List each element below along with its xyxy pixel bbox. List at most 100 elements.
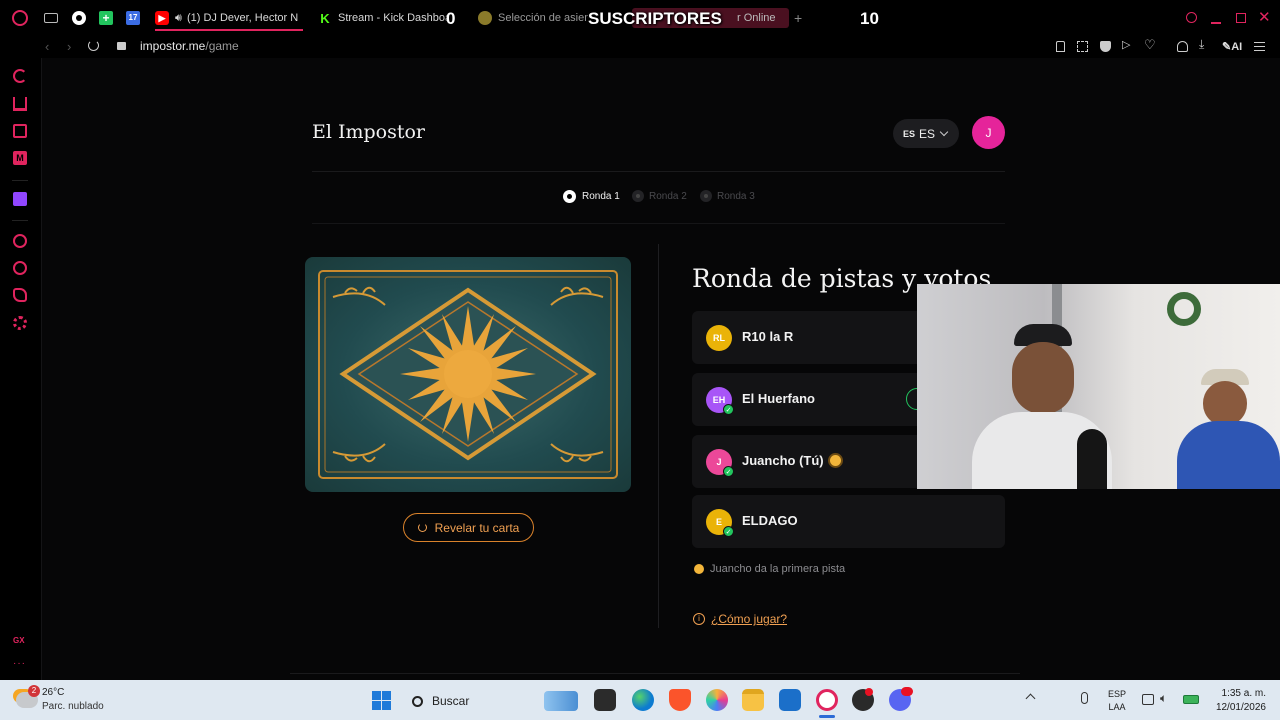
how-to-play-link[interactable]: i ¿Cómo jugar?	[693, 612, 787, 626]
forward-button[interactable]: ›	[67, 39, 71, 54]
player-name: Juancho (Tú)	[742, 453, 841, 468]
volume-icon[interactable]: 🔈︎	[1160, 691, 1167, 706]
battery-icon[interactable]	[1183, 695, 1199, 704]
brave-icon[interactable]	[669, 689, 691, 711]
shield-icon[interactable]	[1100, 41, 1111, 52]
sidebar-divider	[12, 180, 28, 181]
round-indicator-2: Ronda 2	[632, 190, 687, 202]
taskbar-search[interactable]: Buscar	[402, 688, 580, 714]
how-to-play-label: ¿Cómo jugar?	[711, 612, 788, 626]
weather-desc: Parc. nublado	[42, 701, 104, 712]
reload-icon[interactable]	[88, 40, 99, 51]
webcam-microphone	[1077, 429, 1107, 489]
reveal-card-label: Revelar tu carta	[434, 520, 520, 535]
history-icon[interactable]	[13, 261, 27, 275]
file-explorer-icon[interactable]	[742, 689, 764, 711]
tab-pinned-3-icon[interactable]: 17	[126, 11, 140, 25]
refresh-icon	[417, 523, 427, 532]
active-tab-indicator	[155, 29, 303, 31]
webcam-overlay	[917, 284, 1280, 489]
new-tab-button[interactable]: +	[794, 10, 802, 26]
clock[interactable]: 1:35 a. m. 12/01/2026	[1208, 687, 1266, 715]
card-back[interactable]	[305, 257, 631, 492]
menu-icon[interactable]	[1254, 42, 1265, 51]
messenger-icon[interactable]: M	[13, 151, 27, 165]
player-name: R10 la R	[742, 329, 794, 344]
round-label: Ronda 3	[717, 190, 755, 202]
search-placeholder: Buscar	[432, 694, 470, 708]
url-domain: impostor.me	[140, 39, 206, 53]
tab-kick[interactable]: K Stream - Kick Dashboar	[318, 8, 448, 28]
opera-logo-icon[interactable]	[12, 10, 28, 26]
microphone-icon[interactable]	[1081, 692, 1088, 704]
player-name-text: Juancho (Tú)	[742, 453, 824, 468]
header-divider	[312, 171, 1005, 172]
ready-check-icon: ✓	[723, 466, 734, 477]
lang-top: ESP	[1108, 689, 1127, 699]
language-selector[interactable]: ES ES	[893, 119, 959, 148]
sidebar-more-icon[interactable]: ···	[13, 658, 26, 669]
minimize-button[interactable]	[1211, 22, 1221, 24]
play-icon[interactable]: ▷	[1122, 38, 1130, 51]
footer-divider	[290, 673, 1020, 674]
obs-badge	[865, 688, 873, 696]
column-divider	[658, 244, 659, 628]
speed-dial-icon[interactable]	[13, 69, 27, 83]
right-counter: 10	[860, 9, 879, 28]
maximize-button[interactable]	[1236, 13, 1246, 23]
tab-label: r Online	[737, 12, 776, 24]
opera-gx-taskbar-icon[interactable]	[816, 689, 838, 711]
tab-label: Stream - Kick Dashboar	[338, 12, 448, 24]
twitch-icon[interactable]	[13, 192, 27, 206]
speaker-icon[interactable]: 🔊︎	[175, 12, 182, 25]
snapshot-icon[interactable]	[1077, 41, 1088, 52]
tab-seats[interactable]: Selección de asient	[478, 8, 588, 28]
search-tabs-icon[interactable]	[1186, 12, 1197, 23]
extensions-icon[interactable]	[13, 288, 27, 302]
heart-icon[interactable]: ♡	[1144, 37, 1156, 53]
tab-impostor[interactable]: r Online	[737, 8, 787, 28]
weather-temp: 26°C	[42, 687, 65, 698]
gx-corner-icon[interactable]	[13, 124, 27, 138]
webcam-wreath	[1167, 292, 1201, 326]
pin-icon[interactable]	[1056, 41, 1065, 52]
discord-badge	[901, 687, 913, 696]
clock-date: 12/01/2026	[1215, 702, 1266, 713]
language-code: ES	[919, 126, 936, 141]
tab-pinned-2-icon[interactable]: +	[99, 11, 113, 25]
rounds-divider	[312, 223, 1005, 224]
tab-youtube[interactable]: ▶ 🔊︎ (1) DJ Dever, Hector N	[155, 8, 303, 28]
player-name: El Huerfano	[742, 391, 815, 406]
subs-label: SUSCRIPTORES	[588, 9, 722, 28]
back-button[interactable]: ‹	[45, 39, 49, 54]
settings-icon[interactable]	[13, 316, 27, 330]
first-clue-note: Juancho da la primera pista	[694, 563, 845, 575]
input-language[interactable]: ESP LAA	[1108, 688, 1126, 714]
info-icon: i	[693, 613, 705, 625]
profile-icon[interactable]	[1177, 41, 1188, 52]
url-path: /game	[205, 39, 239, 53]
reveal-card-button[interactable]: Revelar tu carta	[403, 513, 534, 542]
player-icon[interactable]	[13, 234, 27, 248]
network-icon[interactable]	[1142, 694, 1154, 705]
sun-emblem-icon	[318, 270, 618, 479]
download-icon[interactable]: ⤓	[1199, 37, 1204, 52]
weather-badge: 2	[28, 685, 40, 697]
ai-button[interactable]: ✎AI	[1222, 40, 1242, 53]
url-field[interactable]: impostor.me/game	[140, 39, 239, 53]
user-avatar[interactable]: J	[972, 116, 1005, 149]
edge-icon[interactable]	[632, 689, 654, 711]
weather-widget[interactable]: 2 26°C Parc. nublado	[16, 685, 126, 714]
player-card[interactable]: E ✓ ELDAGO	[692, 495, 1005, 548]
task-view-icon[interactable]	[594, 689, 616, 711]
close-window-button[interactable]: ✕	[1258, 8, 1271, 26]
sun-turn-icon	[829, 455, 841, 466]
subs-count: 0	[446, 9, 456, 28]
start-button[interactable]	[372, 691, 391, 710]
gx-logo-icon: GX	[13, 636, 25, 645]
gx-control-icon[interactable]	[13, 97, 27, 111]
tab-workspace-icon[interactable]	[44, 13, 58, 23]
copilot-icon[interactable]	[706, 689, 728, 711]
tab-pinned-1-icon[interactable]	[72, 11, 86, 25]
outlook-icon[interactable]	[779, 689, 801, 711]
